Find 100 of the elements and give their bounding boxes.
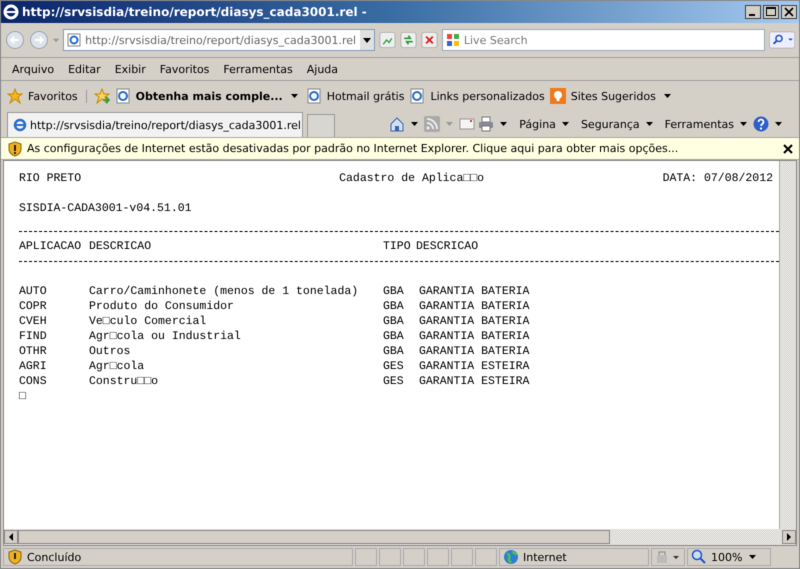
status-bar-panel [355, 548, 377, 566]
search-field[interactable]: Live Search [442, 29, 765, 51]
caret-icon[interactable] [740, 122, 747, 126]
caret-icon[interactable] [411, 122, 418, 126]
dropdown-button[interactable] [360, 30, 374, 50]
table-cell: GES [383, 359, 404, 374]
close-button[interactable] [781, 5, 797, 19]
caret-icon[interactable] [646, 122, 653, 126]
table-cell: Outros [89, 344, 130, 359]
favorites-link[interactable]: Links personalizados [430, 90, 545, 102]
status-bar-panel [475, 548, 497, 566]
report-date: DATA: 07/08/2012 [662, 171, 773, 186]
table-cell: Carro/Caminhonete (menos de 1 tonelada) [89, 284, 358, 299]
table-cell: GARANTIA ESTEIRA [419, 374, 530, 389]
shield-warning-icon [7, 549, 23, 565]
table-cell: AUTO [19, 284, 47, 299]
mail-icon[interactable] [459, 116, 476, 132]
table-cell: GBA [383, 284, 404, 299]
table-cell: GARANTIA BATERIA [419, 344, 530, 359]
address-field[interactable]: http://srvsisdia/treino/report/diasys_cada3001.rel [63, 29, 376, 51]
close-icon[interactable] [783, 144, 793, 154]
table-cell: COPR [19, 299, 47, 314]
favorites-link[interactable]: Sites Sugeridos [570, 90, 656, 102]
browser-icon [12, 117, 28, 133]
favorites-link[interactable]: Hotmail grátis [326, 90, 404, 102]
minimize-button[interactable] [745, 5, 761, 19]
caret-icon[interactable] [562, 122, 569, 126]
maximize-button[interactable] [763, 5, 779, 19]
table-cell: Ve□culo Comercial [89, 314, 206, 329]
page-icon [306, 88, 322, 104]
column-header: DESCRICAO [89, 239, 152, 254]
refresh-icon[interactable] [400, 29, 417, 51]
home-icon[interactable] [389, 116, 406, 132]
table-cell: GBA [383, 299, 404, 314]
table-cell: GARANTIA ESTEIRA [419, 359, 530, 374]
status-bar-panel [403, 548, 425, 566]
search-button[interactable] [768, 29, 796, 51]
printer-icon[interactable] [478, 116, 494, 132]
command-menu[interactable]: Página [519, 118, 556, 130]
table-cell: GARANTIA BATERIA [419, 329, 530, 344]
scroll-left-button[interactable] [4, 530, 18, 544]
page-icon [409, 88, 426, 104]
column-header: TIPO [383, 239, 411, 254]
add-favorite-icon[interactable] [94, 88, 110, 104]
command-menu[interactable]: Segurança [580, 118, 640, 130]
report-version: SISDIA-CADA3001-v04.51.01 [19, 201, 193, 216]
table-cell: Constru□□o [89, 374, 158, 389]
caret-icon[interactable] [749, 555, 756, 559]
table-cell: GBA [383, 344, 404, 359]
menu-item[interactable]: Ajuda [300, 62, 346, 76]
zoom-icon[interactable] [691, 549, 707, 565]
favorites-link[interactable]: Obtenha mais comple... [136, 90, 283, 102]
table-cell: GBA [383, 314, 404, 329]
table-cell: GES [383, 374, 404, 389]
vertical-scrollbar[interactable] [779, 161, 796, 529]
page-icon [67, 33, 82, 47]
menu-item[interactable]: Exibir [108, 62, 153, 76]
table-cell: Produto do Consumidor [89, 299, 234, 314]
star-icon[interactable] [7, 88, 23, 104]
table-cell: GBA [383, 329, 404, 344]
stop-icon[interactable] [420, 29, 438, 51]
report-end-mark: □ [19, 390, 26, 403]
browser-icon [3, 4, 19, 20]
compatibility-icon[interactable] [379, 29, 396, 51]
horizontal-scrollbar[interactable] [4, 529, 796, 545]
table-cell: Agr□cola [89, 359, 144, 374]
menu-item[interactable]: Editar [61, 62, 108, 76]
column-header: DESCRICAO [416, 239, 478, 254]
browser-tab[interactable]: http://srvsisdia/treino/report/diasys_cada3001.rel [7, 112, 303, 137]
caret-icon[interactable] [500, 122, 508, 126]
report-location: RIO PRETO [19, 171, 82, 186]
table-cell: OTHR [19, 344, 47, 359]
table-cell: CVEH [19, 314, 47, 329]
table-cell: Agr□cola ou Industrial [89, 329, 241, 344]
menu-item[interactable]: Favoritos [152, 62, 216, 76]
table-cell: GARANTIA BATERIA [419, 314, 530, 329]
address-text: http://srvsisdia/treino/report/diasys_cada3001.rel [85, 34, 356, 46]
page-icon [114, 88, 131, 104]
caret-icon[interactable] [664, 94, 671, 98]
scroll-right-button[interactable] [782, 530, 796, 544]
report-title: Cadastro de Aplica□□o [339, 171, 484, 186]
tab-title: http://srvsisdia/treino/report/diasys_cada3001.rel [30, 118, 301, 132]
status-bar-panel [379, 548, 401, 566]
favorites-button[interactable]: Favoritos [28, 90, 87, 102]
shield-warning-icon [7, 140, 23, 156]
menu-item[interactable]: Ferramentas [216, 62, 300, 76]
scrollbar-thumb[interactable] [18, 530, 610, 544]
table-cell: GARANTIA BATERIA [419, 284, 530, 299]
table-cell: FIND [19, 329, 47, 344]
command-menu[interactable]: Ferramentas [664, 118, 734, 130]
table-cell: CONS [19, 374, 47, 389]
help-icon[interactable] [753, 116, 769, 132]
caret-icon[interactable] [290, 94, 298, 98]
table-cell: AGRI [19, 359, 47, 374]
lightbulb-icon [550, 88, 566, 104]
caret-icon[interactable] [775, 122, 782, 126]
status-text: Concluído [27, 550, 82, 564]
table-cell: GARANTIA BATERIA [419, 299, 530, 314]
globe-icon [503, 549, 519, 565]
menu-item[interactable]: Arquivo [5, 62, 62, 76]
